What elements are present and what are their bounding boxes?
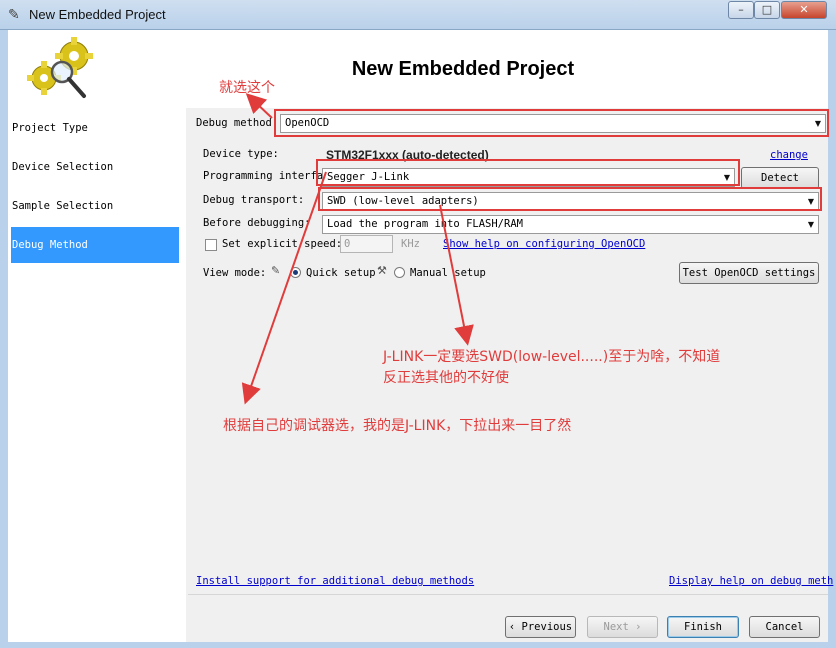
- note-choose-this: 就选这个: [219, 80, 275, 96]
- arrow-to-transport-note: [439, 204, 474, 346]
- note-choose-debugger: 根据自己的调试器选，我的是J-LINK，下拉出来一目了然: [223, 418, 572, 434]
- arrow-to-debug-method-note: [245, 93, 273, 119]
- note-jlink-swd-line2: 反正选其他的不好使: [383, 370, 509, 386]
- note-jlink-swd-line1: J-LINK一定要选SWD(low-level.....)至于为啥，不知道: [383, 349, 721, 365]
- annotation-arrows: [241, 93, 474, 405]
- arrow-to-interface-note: [241, 171, 327, 405]
